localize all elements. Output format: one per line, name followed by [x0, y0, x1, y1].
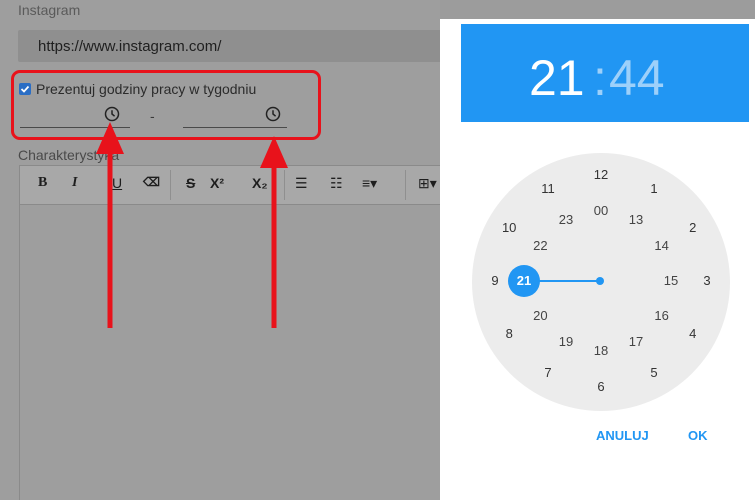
editor-toolbar — [19, 165, 449, 205]
clock-hour-outer[interactable]: 5 — [642, 365, 666, 380]
ok-button[interactable]: OK — [688, 428, 708, 443]
clock-hour-outer[interactable]: 11 — [536, 182, 560, 196]
instagram-label: Instagram — [18, 2, 81, 18]
rich-text-editor[interactable] — [19, 205, 450, 500]
eraser-button[interactable]: ⌫ — [143, 175, 160, 189]
selected-hours[interactable]: 21 — [529, 49, 585, 107]
clock-hour-outer[interactable]: 7 — [536, 365, 560, 380]
ordered-list-button[interactable]: ☷ — [330, 175, 343, 192]
clock-hour-inner[interactable]: 20 — [528, 309, 552, 323]
clock-hour-outer[interactable]: 1 — [642, 182, 666, 196]
table-dropdown[interactable]: ⊞▾ — [418, 175, 437, 192]
italic-button[interactable]: I — [72, 175, 77, 191]
toolbar-divider — [170, 170, 171, 200]
clock-hour-inner[interactable]: 15 — [659, 274, 683, 288]
clock-hour-inner[interactable]: 16 — [650, 309, 674, 323]
clock-hour-inner[interactable]: 14 — [650, 239, 674, 253]
clock-hour-outer[interactable]: 10 — [497, 221, 521, 235]
clock-hour-inner[interactable]: 19 — [554, 334, 578, 349]
clock-hour-inner[interactable]: 18 — [589, 344, 613, 358]
toolbar-divider — [405, 170, 406, 200]
instagram-input-value: https://www.instagram.com/ — [38, 38, 222, 55]
superscript-button[interactable]: X² — [210, 175, 224, 191]
clock-hour-outer[interactable]: 6 — [589, 380, 613, 394]
align-dropdown[interactable]: ≡▾ — [362, 175, 377, 192]
cancel-button[interactable]: ANULUJ — [596, 428, 649, 443]
clock-hour-outer[interactable]: 9 — [483, 274, 507, 288]
selected-hour-marker[interactable]: 21 — [508, 265, 540, 297]
clock-hour-inner[interactable]: 00 — [589, 204, 613, 218]
clock-hour-outer[interactable]: 4 — [681, 327, 705, 341]
time-colon: : — [593, 50, 607, 106]
clock-hour-outer[interactable]: 2 — [681, 221, 705, 235]
bullet-list-button[interactable]: ☰ — [295, 175, 308, 192]
clock-hour-outer[interactable]: 8 — [497, 327, 521, 341]
clock-hour-inner[interactable]: 23 — [554, 213, 578, 227]
clock-hour-inner[interactable]: 17 — [624, 334, 648, 349]
strikethrough-button[interactable]: S — [186, 175, 195, 191]
annotation-highlight-box — [11, 70, 321, 140]
selected-minutes[interactable]: 44 — [609, 49, 665, 107]
annotation-arrow-icon — [260, 136, 288, 328]
bold-button[interactable]: B — [38, 175, 47, 191]
clock-center — [596, 277, 604, 285]
annotation-arrow-icon — [96, 122, 124, 328]
clock-hour-inner[interactable]: 13 — [624, 213, 648, 227]
clock-hour-outer[interactable]: 12 — [589, 168, 613, 182]
clock-hour-inner[interactable]: 22 — [528, 239, 552, 253]
clock-hour-outer[interactable]: 3 — [695, 274, 719, 288]
